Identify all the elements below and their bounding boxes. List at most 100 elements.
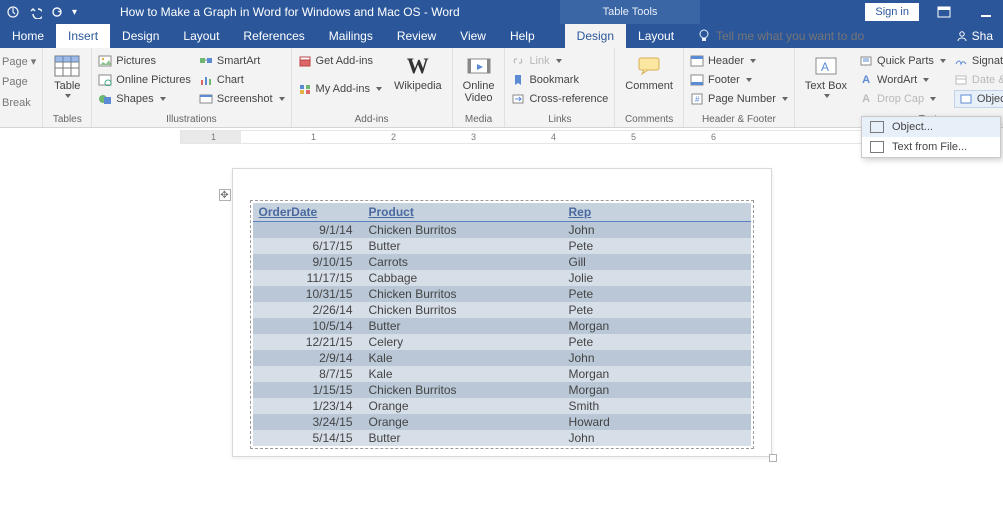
table-row[interactable]: 1/23/14OrangeSmith [253, 398, 751, 414]
ribbon-display-icon[interactable] [927, 0, 961, 24]
screenshot-button[interactable]: Screenshot [199, 90, 285, 108]
cell-date[interactable]: 11/17/15 [253, 270, 363, 286]
cell-rep[interactable]: Morgan [563, 366, 751, 382]
bookmark-button[interactable]: Bookmark [511, 71, 608, 89]
get-addins-button[interactable]: Get Add-ins [298, 52, 382, 70]
table-row[interactable]: 8/7/15KaleMorgan [253, 366, 751, 382]
tab-review[interactable]: Review [385, 24, 448, 48]
table-button[interactable]: Table [49, 52, 85, 100]
cell-rep[interactable]: John [563, 350, 751, 366]
signature-line-button[interactable]: Signature Line [954, 52, 1003, 70]
chart-button[interactable]: Chart [199, 71, 285, 89]
pictures-button[interactable]: Pictures [98, 52, 191, 70]
cell-rep[interactable]: Morgan [563, 318, 751, 334]
minimize-icon[interactable] [969, 0, 1003, 24]
cell-product[interactable]: Orange [363, 398, 563, 414]
tab-table-layout[interactable]: Layout [626, 24, 686, 48]
table-row[interactable]: 2/26/14Chicken BurritosPete [253, 302, 751, 318]
table-resize-handle-icon[interactable] [769, 454, 777, 462]
cell-date[interactable]: 10/5/14 [253, 318, 363, 334]
table-row[interactable]: 1/15/15Chicken BurritosMorgan [253, 382, 751, 398]
cell-product[interactable]: Celery [363, 334, 563, 350]
cell-date[interactable]: 9/10/15 [253, 254, 363, 270]
table-row[interactable]: 11/17/15CabbageJolie [253, 270, 751, 286]
table-row[interactable]: 10/5/14ButterMorgan [253, 318, 751, 334]
cell-date[interactable]: 3/24/15 [253, 414, 363, 430]
cell-product[interactable]: Cabbage [363, 270, 563, 286]
wordart-button[interactable]: AWordArt [859, 71, 946, 89]
table-row[interactable]: 6/17/15ButterPete [253, 238, 751, 254]
tab-insert[interactable]: Insert [56, 24, 110, 48]
table-row[interactable]: 9/10/15CarrotsGill [253, 254, 751, 270]
smartart-button[interactable]: SmartArt [199, 52, 285, 70]
table-row[interactable]: 5/14/15ButterJohn [253, 430, 751, 446]
header-button[interactable]: Header [690, 52, 788, 70]
object-button[interactable]: Object [954, 90, 1003, 108]
link-button[interactable]: Link [511, 52, 608, 70]
table-row[interactable]: 12/21/15CeleryPete [253, 334, 751, 350]
shapes-button[interactable]: Shapes [98, 90, 191, 108]
tab-mailings[interactable]: Mailings [317, 24, 385, 48]
cell-rep[interactable]: Pete [563, 334, 751, 350]
page-break-button[interactable]: Break [2, 94, 36, 112]
table-row[interactable]: 2/9/14KaleJohn [253, 350, 751, 366]
online-pictures-button[interactable]: Online Pictures [98, 71, 191, 89]
signin-button[interactable]: Sign in [865, 3, 919, 21]
tab-design[interactable]: Design [110, 24, 171, 48]
share-button[interactable]: Sha [946, 24, 1003, 48]
autosave-icon[interactable] [6, 5, 20, 19]
cell-product[interactable]: Chicken Burritos [363, 382, 563, 398]
cell-product[interactable]: Kale [363, 350, 563, 366]
wikipedia-button[interactable]: W Wikipedia [390, 52, 446, 98]
datetime-button[interactable]: Date & Time [954, 71, 1003, 89]
cell-rep[interactable]: Gill [563, 254, 751, 270]
tab-references[interactable]: References [231, 24, 316, 48]
cell-date[interactable]: 12/21/15 [253, 334, 363, 350]
tab-layout[interactable]: Layout [171, 24, 231, 48]
cell-date[interactable]: 8/7/15 [253, 366, 363, 382]
table-move-handle-icon[interactable]: ✥ [219, 189, 231, 201]
cell-date[interactable]: 1/15/15 [253, 382, 363, 398]
dropcap-button[interactable]: ADrop Cap [859, 90, 946, 108]
footer-button[interactable]: Footer [690, 71, 788, 89]
tab-view[interactable]: View [448, 24, 498, 48]
cover-page-button[interactable]: Page ▾ [2, 52, 36, 70]
cell-rep[interactable]: John [563, 430, 751, 446]
menu-object[interactable]: Object... [862, 117, 1000, 137]
cell-product[interactable]: Orange [363, 414, 563, 430]
crossref-button[interactable]: Cross-reference [511, 90, 608, 108]
col-product[interactable]: Product [363, 203, 563, 222]
tab-home[interactable]: Home [0, 24, 56, 48]
col-orderdate[interactable]: OrderDate [253, 203, 363, 222]
cell-rep[interactable]: Howard [563, 414, 751, 430]
cell-product[interactable]: Chicken Burritos [363, 222, 563, 239]
table-row[interactable]: 9/1/14Chicken BurritosJohn [253, 222, 751, 239]
tab-help[interactable]: Help [498, 24, 547, 48]
cell-date[interactable]: 2/26/14 [253, 302, 363, 318]
cell-product[interactable]: Butter [363, 238, 563, 254]
cell-product[interactable]: Kale [363, 366, 563, 382]
textbox-button[interactable]: A Text Box [801, 52, 851, 108]
cell-rep[interactable]: Morgan [563, 382, 751, 398]
cell-rep[interactable]: Smith [563, 398, 751, 414]
qat-more-icon[interactable]: ▾ [72, 7, 77, 18]
tell-me-input[interactable] [716, 29, 896, 43]
menu-text-from-file[interactable]: Text from File... [862, 137, 1000, 157]
col-rep[interactable]: Rep [563, 203, 751, 222]
cell-rep[interactable]: Pete [563, 302, 751, 318]
cell-product[interactable]: Butter [363, 318, 563, 334]
redo-icon[interactable] [50, 5, 64, 19]
page-number-button[interactable]: #Page Number [690, 90, 788, 108]
table-row[interactable]: 3/24/15OrangeHoward [253, 414, 751, 430]
cell-product[interactable]: Chicken Burritos [363, 302, 563, 318]
cell-date[interactable]: 5/14/15 [253, 430, 363, 446]
cell-product[interactable]: Butter [363, 430, 563, 446]
cell-rep[interactable]: Jolie [563, 270, 751, 286]
undo-icon[interactable] [28, 5, 42, 19]
tab-table-design[interactable]: Design [565, 24, 626, 48]
online-video-button[interactable]: Online Video [459, 52, 499, 106]
cell-rep[interactable]: Pete [563, 238, 751, 254]
cell-date[interactable]: 6/17/15 [253, 238, 363, 254]
quickparts-button[interactable]: Quick Parts [859, 52, 946, 70]
my-addins-button[interactable]: My Add-ins [298, 80, 382, 98]
